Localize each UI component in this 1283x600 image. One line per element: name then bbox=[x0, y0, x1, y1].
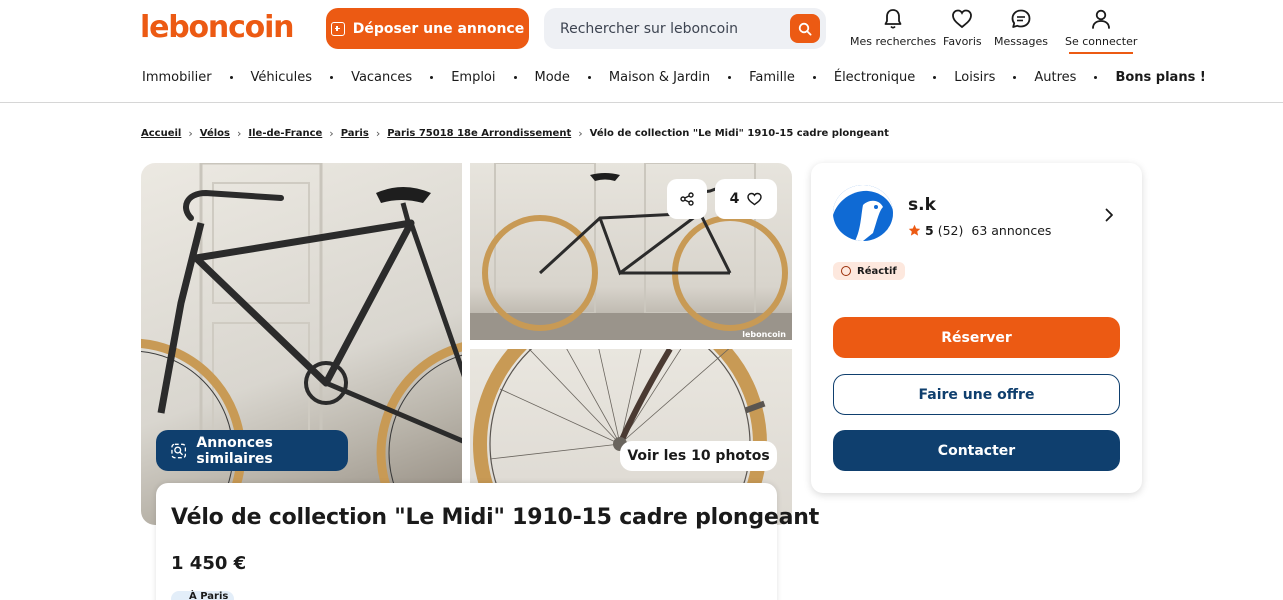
listing-summary-card: Vélo de collection "Le Midi" 1910-15 cad… bbox=[156, 483, 819, 600]
site-header: leboncoin Déposer une annonce Mes recher… bbox=[0, 0, 1283, 103]
favorite-button[interactable]: 4 bbox=[715, 179, 777, 219]
chat-badge-icon bbox=[841, 266, 851, 276]
breadcrumb-link[interactable]: Paris bbox=[341, 128, 369, 139]
bell-icon bbox=[884, 9, 902, 29]
seller-profile-link[interactable] bbox=[1104, 207, 1114, 226]
share-button[interactable] bbox=[667, 179, 707, 219]
make-offer-button[interactable]: Faire une offre bbox=[833, 374, 1120, 415]
share-icon bbox=[680, 192, 694, 206]
location-chip: À Paris bbox=[171, 591, 235, 600]
category-link[interactable]: Mode bbox=[535, 70, 570, 85]
nav-my-searches[interactable]: Mes recherches bbox=[850, 8, 936, 48]
contact-button[interactable]: Contacter bbox=[833, 430, 1120, 471]
seller-name[interactable]: s.k bbox=[908, 195, 936, 215]
breadcrumb-link[interactable]: Ile-de-France bbox=[248, 128, 322, 139]
separator-dot bbox=[330, 76, 334, 79]
category-link[interactable]: Immobilier bbox=[142, 70, 212, 85]
chevron-right-icon: › bbox=[578, 127, 583, 140]
chevron-right-icon: › bbox=[375, 127, 381, 140]
plus-square-icon bbox=[330, 21, 345, 36]
category-link[interactable]: Autres bbox=[1034, 70, 1076, 85]
separator-dot bbox=[229, 76, 233, 79]
favorites-count: 4 bbox=[729, 191, 740, 207]
seller-rating: 5 (52) 63 annonces bbox=[908, 223, 1051, 238]
nav-label: Mes recherches bbox=[850, 35, 937, 48]
similar-ads-label: Annonces similaires bbox=[196, 434, 273, 467]
ad-count: 63 annonces bbox=[971, 223, 1052, 238]
separator-dot bbox=[728, 76, 732, 79]
separator-dot bbox=[587, 76, 591, 79]
separator-dot bbox=[812, 76, 816, 79]
listing-title: Vélo de collection "Le Midi" 1910-15 cad… bbox=[171, 505, 820, 530]
reserve-button[interactable]: Réserver bbox=[833, 317, 1120, 358]
nav-label: Messages bbox=[994, 35, 1048, 48]
breadcrumb-link[interactable]: Accueil bbox=[141, 128, 181, 139]
category-link[interactable]: Électronique bbox=[834, 70, 915, 85]
category-link[interactable]: Maison & Jardin bbox=[609, 70, 710, 85]
similar-search-icon bbox=[171, 443, 187, 458]
search-bar bbox=[544, 8, 826, 49]
nav-label: Favoris bbox=[943, 35, 982, 48]
star-icon bbox=[908, 224, 921, 236]
breadcrumb: Accueil › Vélos › Ile-de-France › Paris … bbox=[141, 127, 889, 140]
logo[interactable]: leboncoin bbox=[140, 10, 295, 45]
breadcrumb-current: Vélo de collection "Le Midi" 1910-15 cad… bbox=[589, 128, 889, 139]
seller-avatar[interactable] bbox=[833, 185, 893, 241]
separator-dot bbox=[430, 76, 434, 79]
chevron-right-icon: › bbox=[329, 127, 334, 140]
breadcrumb-link[interactable]: Paris 75018 18e Arrondissement bbox=[387, 128, 571, 139]
watermark: leboncoin bbox=[742, 330, 786, 339]
chevron-right-icon: › bbox=[237, 127, 242, 140]
nav-messages[interactable]: Messages bbox=[994, 8, 1048, 48]
search-input[interactable] bbox=[544, 8, 784, 49]
rating-value: 5 bbox=[925, 223, 934, 238]
category-link[interactable]: Véhicules bbox=[251, 70, 313, 85]
user-icon bbox=[1092, 9, 1111, 29]
review-count: (52) bbox=[937, 223, 964, 238]
category-link[interactable]: Loisirs bbox=[954, 70, 995, 85]
nav-favorites[interactable]: Favoris bbox=[943, 8, 982, 48]
bird-avatar-icon bbox=[833, 185, 893, 241]
category-link[interactable]: Famille bbox=[749, 70, 795, 85]
heart-icon bbox=[747, 192, 763, 206]
view-all-photos-button[interactable]: Voir les 10 photos bbox=[620, 441, 777, 471]
post-ad-label: Déposer une annonce bbox=[352, 20, 525, 37]
post-ad-button[interactable]: Déposer une annonce bbox=[326, 8, 529, 49]
category-link-deals[interactable]: Bons plans ! bbox=[1115, 70, 1205, 85]
separator-dot bbox=[1013, 76, 1017, 79]
separator-dot bbox=[1094, 76, 1098, 79]
breadcrumb-link[interactable]: Vélos bbox=[200, 128, 230, 139]
heart-icon bbox=[952, 9, 973, 29]
search-icon bbox=[798, 22, 812, 36]
nav-label: Se connecter bbox=[1065, 35, 1138, 48]
chevron-right-icon: › bbox=[188, 127, 193, 140]
separator-dot bbox=[933, 76, 937, 79]
search-button[interactable] bbox=[790, 14, 820, 43]
category-nav: Immobilier Véhicules Vacances Emploi Mod… bbox=[142, 70, 1206, 85]
nav-login[interactable]: Se connecter bbox=[1065, 8, 1137, 54]
chevron-right-icon bbox=[1105, 208, 1113, 222]
badge-label: Réactif bbox=[857, 265, 897, 277]
separator-dot bbox=[513, 76, 517, 79]
seller-card: s.k 5 (52) 63 annonces Réactif Réserver … bbox=[811, 163, 1142, 493]
chat-bubble-icon bbox=[1011, 9, 1031, 28]
similar-ads-button[interactable]: Annonces similaires bbox=[156, 430, 348, 471]
category-link[interactable]: Emploi bbox=[451, 70, 495, 85]
reactive-badge: Réactif bbox=[833, 262, 905, 280]
listing-price: 1 450 € bbox=[171, 553, 247, 574]
category-link[interactable]: Vacances bbox=[351, 70, 412, 85]
